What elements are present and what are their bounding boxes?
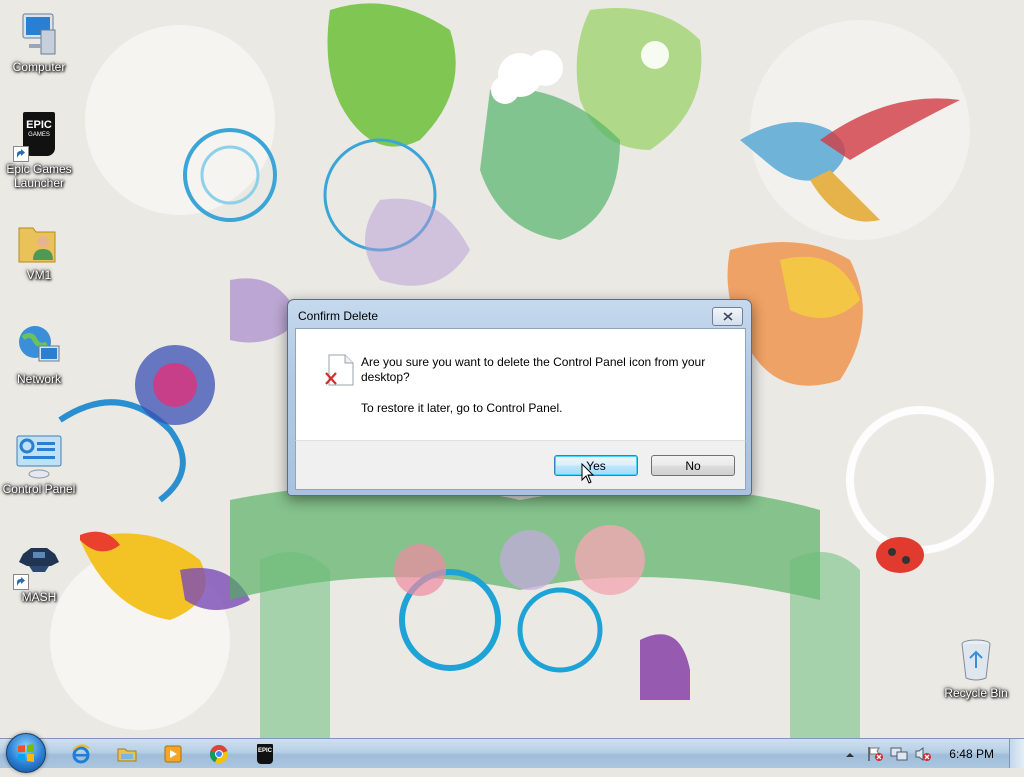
taskbar-file-explorer[interactable] [114,742,140,766]
taskbar-internet-explorer[interactable] [68,742,94,766]
desktop-icon-label: VM1 [26,268,52,282]
desktop-icon-label: Recycle Bin [944,686,1008,700]
internet-explorer-icon [72,744,90,764]
desktop-icon-epic-games[interactable]: EPIC GAMES Epic Games Launcher [0,112,78,190]
desktop-icon-label: Epic Games Launcher [6,162,72,190]
yes-button[interactable]: Yes [554,455,638,476]
show-hidden-icons-arrow [846,753,854,757]
network-tray-icon [890,747,908,761]
taskbar-clock[interactable]: 6:48 PM [949,747,994,761]
tray-volume[interactable] [914,746,932,762]
close-button[interactable] [712,307,743,326]
volume-muted-icon [915,747,931,761]
desktop-icon-label: Network [16,372,61,386]
control-panel-icon [15,432,63,480]
epic-games-taskbar-icon: EPIC [257,744,273,764]
desktop-icon-label: MASH [21,590,57,604]
desktop-icon-recycle-bin[interactable]: Recycle Bin [936,636,1016,700]
dialog-hint: To restore it later, go to Control Panel… [361,401,563,415]
recycle-bin-icon [952,636,1000,684]
shortcut-arrow-icon [13,146,29,162]
dialog-message: Are you sure you want to delete the Cont… [361,355,706,384]
shortcut-arrow-icon [13,574,29,590]
taskbar-media-player[interactable] [160,742,186,766]
file-explorer-icon [117,748,137,762]
media-player-icon [164,745,182,763]
mash-icon [13,540,63,590]
no-button[interactable]: No [651,455,735,476]
confirm-delete-dialog: Confirm Delete Are you sure you want to … [287,299,752,496]
desktop-icon-mash[interactable]: MASH [0,540,78,604]
games-logo-text: GAMES [28,132,50,138]
dialog-content: Are you sure you want to delete the Cont… [295,328,746,442]
show-desktop-button[interactable] [1009,739,1024,768]
windows-start-orb-icon [18,744,34,762]
tray-network[interactable] [890,746,908,762]
desktop-icon-label: Control Panel [2,482,76,496]
mouse-cursor-icon [581,463,595,484]
desktop-icon-network[interactable]: Network [0,322,78,386]
taskbar-chrome[interactable] [206,742,232,766]
dialog-title: Confirm Delete [298,309,379,323]
taskbar: EPIC 6:48 PM [0,733,1024,773]
chrome-icon [209,745,229,764]
epic-games-icon: EPIC GAMES [13,112,63,162]
taskbar-epic-games[interactable]: EPIC [252,742,278,766]
computer-icon [15,10,63,58]
start-button[interactable] [6,733,46,773]
desktop-icon-control-panel[interactable]: Control Panel [0,432,78,496]
desktop-icon-vm1[interactable]: VM1 [0,218,78,282]
epic-logo-text: EPIC [26,119,52,131]
close-icon [722,312,733,321]
tray-action-center[interactable] [866,746,884,762]
desktop-icon-computer[interactable]: Computer [0,10,78,74]
deleted-file-icon [323,353,357,392]
user-folder-icon [15,218,63,266]
epic-taskbar-text: EPIC [257,748,272,754]
show-hidden-icons-button[interactable] [844,748,856,760]
desktop-icon-label: Computer [12,60,66,74]
dialog-footer: Yes No [295,440,746,490]
network-icon [15,322,63,370]
action-center-flag-icon [868,747,883,761]
